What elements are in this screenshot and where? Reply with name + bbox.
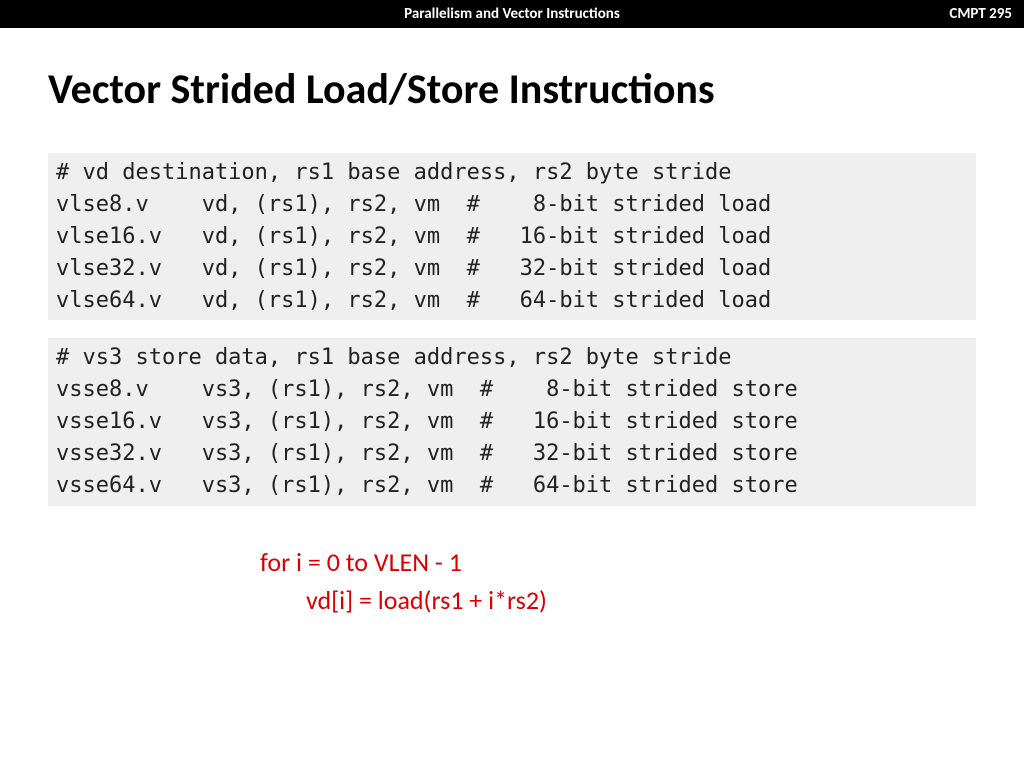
header-bar: Parallelism and Vector Instructions CMPT… <box>0 0 1024 28</box>
pseudocode-line-2: vd[i] = load(rs1 + i*rs2) <box>260 582 1024 620</box>
header-title: Parallelism and Vector Instructions <box>404 5 620 23</box>
header-course-code: CMPT 295 <box>949 5 1012 23</box>
page-title: Vector Strided Load/Store Instructions <box>0 28 1024 135</box>
pseudocode-line-1: for i = 0 to VLEN - 1 <box>260 544 1024 582</box>
code-block-load: # vd destination, rs1 base address, rs2 … <box>48 153 976 320</box>
code-block-store: # vs3 store data, rs1 base address, rs2 … <box>48 338 976 505</box>
pseudocode-block: for i = 0 to VLEN - 1 vd[i] = load(rs1 +… <box>260 544 1024 619</box>
